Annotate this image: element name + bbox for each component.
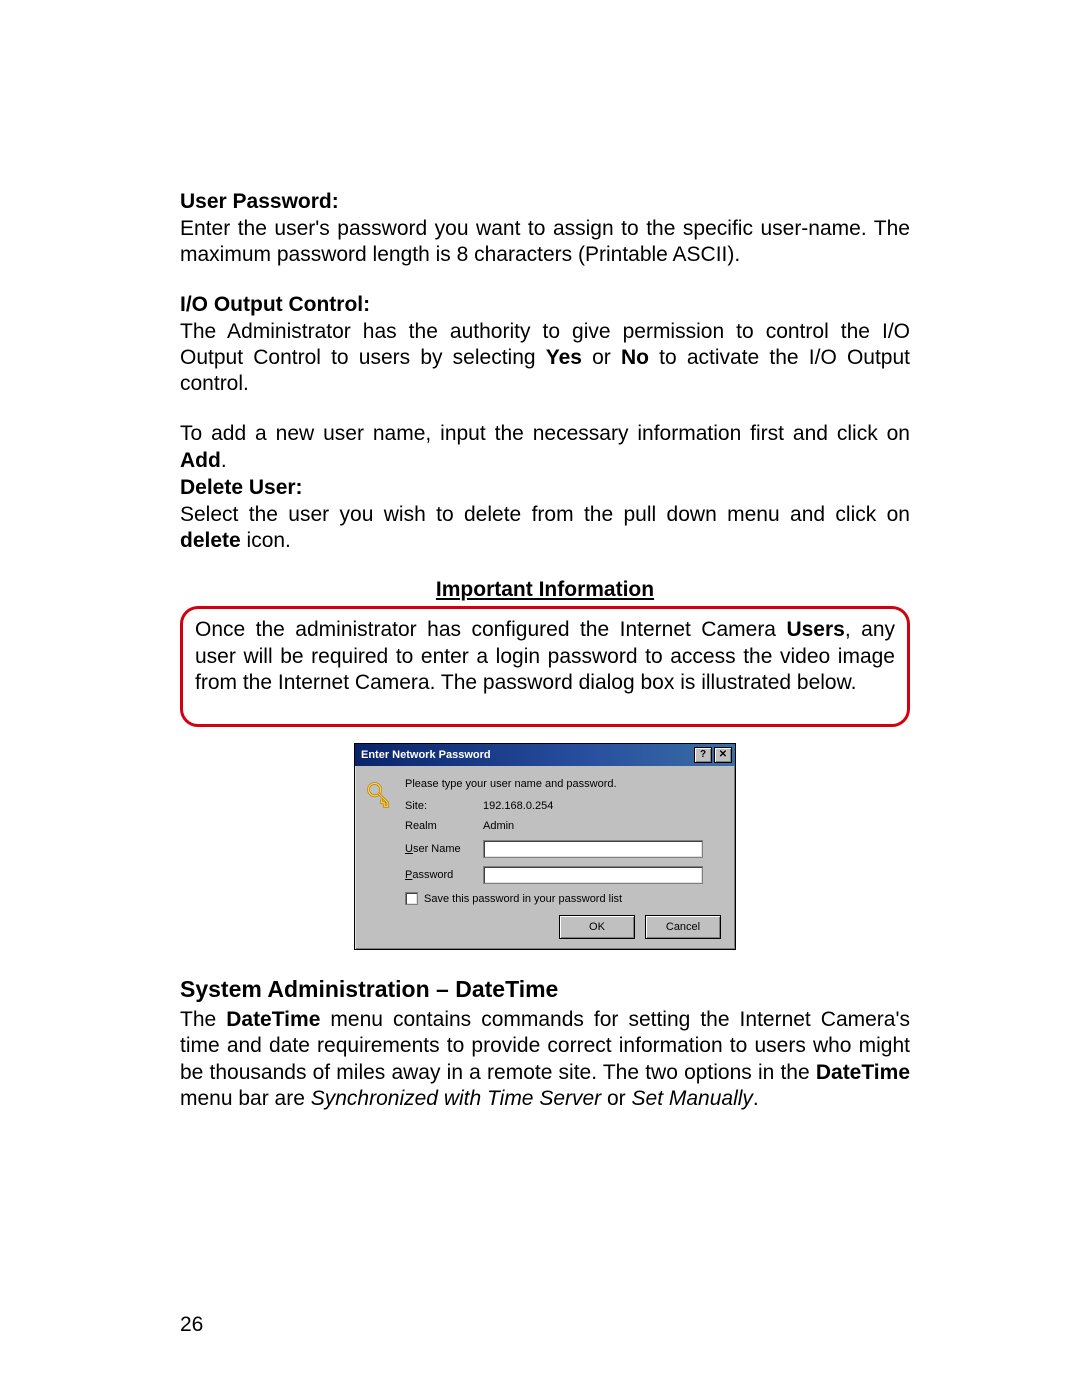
label-save-password: Save this password in your password list — [424, 893, 622, 905]
text-user-password: Enter the user's password you want to as… — [180, 216, 910, 269]
value-site: 192.168.0.254 — [483, 800, 725, 812]
text-important-info: Once the administrator has configured th… — [195, 617, 895, 696]
username-input[interactable] — [483, 840, 703, 858]
text-delete-user: Select the user you wish to delete from … — [180, 502, 910, 555]
dialog-button-row: OK Cancel — [405, 915, 725, 939]
important-info-box: Once the administrator has configured th… — [180, 606, 910, 727]
value-realm: Admin — [483, 820, 725, 832]
close-button[interactable]: ✕ — [714, 747, 732, 763]
label-username: User Name — [405, 843, 475, 855]
row-realm: Realm Admin — [405, 820, 725, 832]
row-password: Password — [405, 866, 725, 884]
dialog-titlebar: Enter Network Password ? ✕ — [355, 744, 735, 766]
titlebar-button-group: ? ✕ — [694, 747, 732, 763]
heading-user-password: User Password: — [180, 190, 910, 214]
row-save-password: Save this password in your password list — [405, 892, 725, 905]
dialog-illustration: Enter Network Password ? ✕ Please typ — [180, 743, 910, 950]
enter-network-password-dialog: Enter Network Password ? ✕ Please typ — [354, 743, 736, 950]
heading-system-admin-datetime: System Administration – DateTime — [180, 976, 910, 1003]
help-button[interactable]: ? — [694, 747, 712, 763]
password-input[interactable] — [483, 866, 703, 884]
document-page: User Password: Enter the user's password… — [0, 0, 1080, 1397]
dialog-body: Please type your user name and password.… — [355, 766, 735, 949]
dialog-intro-text: Please type your user name and password. — [405, 778, 725, 790]
heading-io-output: I/O Output Control: — [180, 293, 910, 317]
row-username: User Name — [405, 840, 725, 858]
label-password: Password — [405, 869, 475, 881]
text-datetime: The DateTime menu contains commands for … — [180, 1007, 910, 1112]
ok-button[interactable]: OK — [559, 915, 635, 939]
page-number: 26 — [180, 1313, 203, 1337]
dialog-form: Please type your user name and password.… — [405, 778, 725, 939]
label-realm: Realm — [405, 820, 475, 832]
heading-important-info: Important Information — [180, 578, 910, 602]
text-io-output-p2: To add a new user name, input the necess… — [180, 421, 910, 474]
cancel-button[interactable]: Cancel — [645, 915, 721, 939]
key-icon — [365, 778, 395, 939]
heading-delete-user: Delete User: — [180, 476, 910, 500]
save-password-checkbox[interactable] — [405, 892, 418, 905]
row-site: Site: 192.168.0.254 — [405, 800, 725, 812]
label-site: Site: — [405, 800, 475, 812]
dialog-title: Enter Network Password — [361, 749, 491, 761]
text-io-output-p1: The Administrator has the authority to g… — [180, 319, 910, 398]
